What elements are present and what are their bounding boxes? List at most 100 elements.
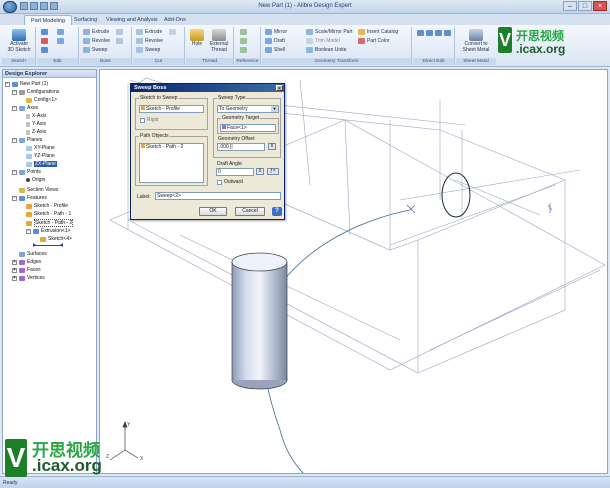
tab-surfacing[interactable]: Surfacing bbox=[68, 15, 103, 25]
hole-button[interactable]: Hole bbox=[188, 29, 206, 48]
cancel-button[interactable]: Cancel bbox=[235, 207, 265, 216]
convert-to-sheet-metal-button[interactable]: Convert to Sheet Metal bbox=[458, 29, 494, 53]
boss-extrude-button[interactable]: Extrude bbox=[83, 29, 109, 35]
label-input[interactable]: Sweep<2> bbox=[155, 192, 281, 200]
edit-tool-1[interactable] bbox=[41, 29, 48, 35]
minimize-button[interactable]: – bbox=[563, 1, 577, 11]
tree-item-sketch-path-1[interactable]: Sketch - Path - 1 bbox=[26, 211, 71, 217]
direct-edit-4[interactable] bbox=[444, 30, 451, 36]
collapse-icon[interactable]: - bbox=[12, 89, 17, 95]
cut-revolve-button[interactable]: Revolve bbox=[136, 38, 163, 44]
collapse-icon[interactable]: - bbox=[5, 81, 10, 87]
boss-revolve-button[interactable]: Revolve bbox=[83, 38, 110, 44]
tree-item-edges[interactable]: + Edges bbox=[12, 259, 41, 265]
tree-item-configurations[interactable]: - Configurations bbox=[12, 89, 59, 95]
tab-add-ons[interactable]: Add-Ons bbox=[158, 15, 192, 25]
tree-item-surfaces[interactable]: Surfaces bbox=[19, 251, 47, 257]
insert-catalog-button[interactable]: Insert Catalog bbox=[358, 29, 398, 35]
scale-mirror-part-button[interactable]: Scale/Mirror Part bbox=[306, 29, 353, 35]
edit-tool-4[interactable] bbox=[57, 38, 64, 44]
reference-plane-button[interactable] bbox=[240, 29, 247, 35]
tree-item-features[interactable]: - Features bbox=[12, 195, 47, 201]
hole-circle[interactable] bbox=[441, 172, 471, 218]
tree-item-axes[interactable]: - Axes bbox=[12, 105, 38, 111]
rollback-marker[interactable] bbox=[33, 243, 63, 247]
expand-icon[interactable]: + bbox=[12, 267, 17, 273]
maximize-button[interactable]: □ bbox=[578, 1, 592, 11]
cylinder-body[interactable] bbox=[231, 252, 288, 390]
tree-item-xy-plane[interactable]: XY-Plane bbox=[26, 145, 55, 151]
tree-item-section-views[interactable]: Section Views bbox=[19, 187, 58, 193]
tree-item-points[interactable]: - Points bbox=[12, 169, 41, 175]
draft-button[interactable]: Draft bbox=[265, 38, 285, 44]
dialog-close-button[interactable]: × bbox=[276, 85, 283, 92]
tree-item-extrusion1[interactable]: - Extrusion<1> bbox=[26, 228, 70, 234]
cut-loft-button[interactable] bbox=[169, 29, 176, 35]
tree-item-sketch4[interactable]: Sketch<4> bbox=[40, 236, 72, 242]
activate-3d-sketch-button[interactable]: Activate 3D Sketch bbox=[5, 29, 33, 53]
collapse-icon[interactable]: - bbox=[12, 195, 17, 201]
close-button[interactable]: × bbox=[593, 1, 607, 11]
mirror-button[interactable]: Mirror bbox=[265, 29, 287, 35]
outward-checkbox[interactable]: Outward bbox=[217, 179, 243, 185]
direct-edit-2[interactable] bbox=[426, 30, 433, 36]
ok-button[interactable]: OK bbox=[199, 207, 227, 216]
draft-angle-function-button[interactable]: ƒ× bbox=[267, 168, 279, 175]
tab-part-modeling[interactable]: Part Modeling bbox=[24, 15, 72, 25]
chevron-down-icon[interactable]: ▼ bbox=[271, 106, 278, 112]
shell-button[interactable]: Shell bbox=[265, 47, 285, 53]
collapse-icon[interactable]: - bbox=[26, 228, 31, 234]
help-button[interactable]: ? bbox=[272, 207, 282, 216]
cut-sweep-button[interactable]: Sweep bbox=[136, 47, 160, 53]
sweep-boss-dialog: Sweep Boss × Sketch to Sweep Sketch - Pr… bbox=[130, 83, 285, 220]
boss-sweep-button[interactable]: Sweep bbox=[83, 47, 107, 53]
draft-spinner[interactable]: ⇕ bbox=[256, 168, 264, 175]
tree-item-zx-plane[interactable]: ZX-Plane bbox=[26, 161, 57, 167]
boss-loft-button[interactable] bbox=[116, 29, 123, 35]
offset-spinner[interactable]: ⇕ bbox=[268, 143, 276, 150]
rigid-checkbox[interactable]: Rigid bbox=[140, 117, 158, 123]
faces-icon bbox=[19, 267, 25, 273]
collapse-icon[interactable]: - bbox=[12, 137, 17, 143]
folder-icon bbox=[19, 89, 25, 95]
tree-item-sketch-profile[interactable]: Sketch - Profile bbox=[26, 203, 68, 209]
tree-item-y-axis[interactable]: Y-Axis bbox=[26, 121, 46, 127]
tab-viewing-analysis[interactable]: Viewing and Analysis bbox=[100, 15, 164, 25]
edit-icon bbox=[41, 47, 48, 53]
expand-icon[interactable]: + bbox=[12, 275, 17, 281]
tree-item-config1[interactable]: Config<1> bbox=[26, 97, 57, 103]
boolean-unite-button[interactable]: Boolean Unite bbox=[306, 47, 346, 53]
draft-angle-input[interactable]: 0 bbox=[216, 168, 254, 176]
edit-tool-2[interactable] bbox=[57, 29, 64, 35]
reference-axis-button[interactable] bbox=[240, 38, 247, 44]
direct-edit-1[interactable] bbox=[417, 30, 424, 36]
tree-item-faces[interactable]: + Faces bbox=[12, 267, 41, 273]
sketch-to-sweep-field[interactable]: Sketch - Profile bbox=[139, 105, 204, 113]
tree-item-vertices[interactable]: + Vertices bbox=[12, 275, 45, 281]
direct-edit-3[interactable] bbox=[435, 30, 442, 36]
edit-tool-5[interactable] bbox=[41, 47, 48, 53]
dialog-title[interactable]: Sweep Boss × bbox=[131, 84, 284, 92]
edit-icon bbox=[57, 29, 64, 35]
tree-item-planes[interactable]: - Planes bbox=[12, 137, 42, 143]
external-thread-button[interactable]: External Thread bbox=[206, 29, 232, 53]
sweep-type-select[interactable]: To Geometry ▼ bbox=[217, 105, 279, 113]
geometry-offset-input[interactable]: .000 || bbox=[217, 143, 265, 151]
tree-item-sketch-path-2[interactable]: Sketch - Path - 2 bbox=[26, 219, 74, 227]
reference-point-button[interactable] bbox=[240, 47, 247, 53]
geometry-target-field[interactable]: Face<1> bbox=[220, 124, 276, 132]
edit-tool-3[interactable] bbox=[41, 38, 48, 44]
trim-model-button[interactable]: Trim Model bbox=[306, 38, 340, 44]
tree-item-yz-plane[interactable]: YZ-Plane bbox=[26, 153, 55, 159]
expand-icon[interactable]: + bbox=[12, 259, 17, 265]
part-color-button[interactable]: Part Color bbox=[358, 38, 390, 44]
tree-item-z-axis[interactable]: Z-Axis bbox=[26, 129, 46, 135]
tree-item-origin[interactable]: Origin bbox=[26, 177, 45, 183]
tree-item-x-axis[interactable]: X-Axis bbox=[26, 113, 46, 119]
tree-item-new-part[interactable]: - New Part (1) bbox=[5, 81, 48, 87]
cut-extrude-button[interactable]: Extrude bbox=[136, 29, 162, 35]
boss-helix-button[interactable] bbox=[116, 38, 123, 44]
path-objects-list[interactable]: Sketch - Path - 2 bbox=[139, 143, 204, 183]
collapse-icon[interactable]: - bbox=[12, 105, 17, 111]
collapse-icon[interactable]: - bbox=[12, 169, 17, 175]
